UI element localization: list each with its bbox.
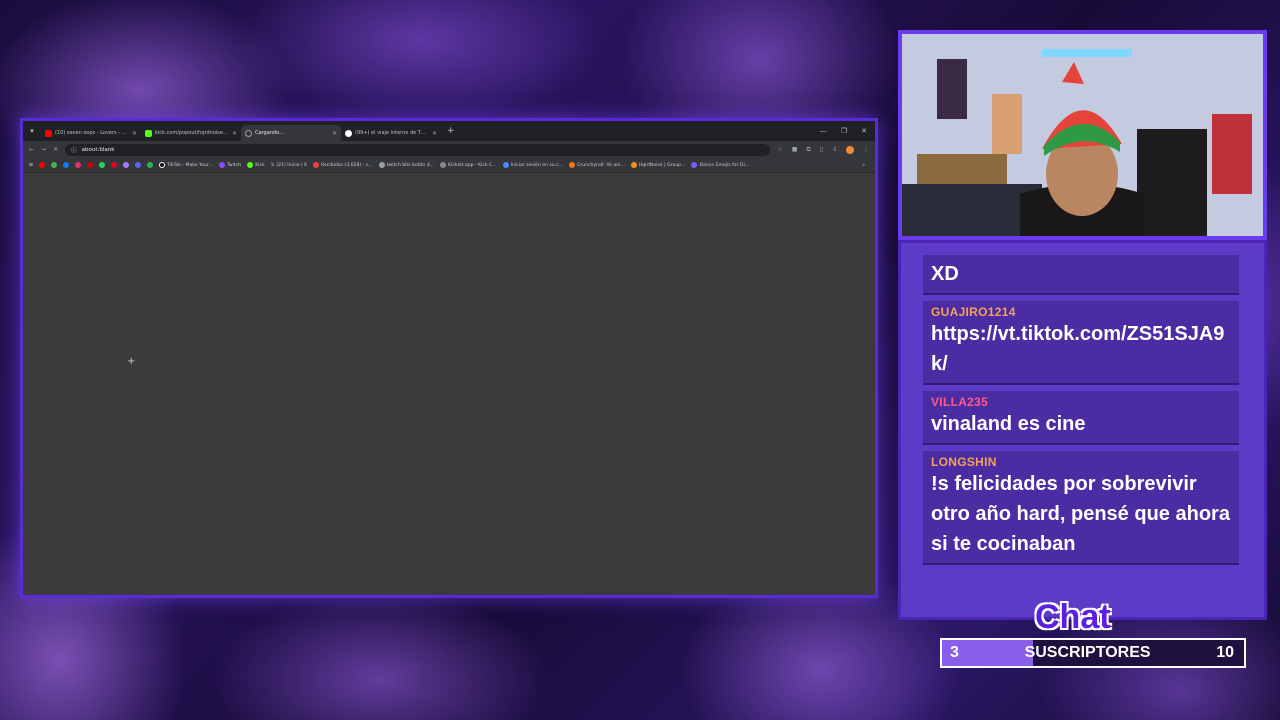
- bookmark-item[interactable]: HqrdNoise | Group...: [630, 162, 685, 168]
- bookmark-item[interactable]: Iniciar sesión en su c...: [502, 162, 563, 168]
- mail-icon: [313, 162, 320, 168]
- browser-window: ▾ (10) seven oops - Lovers - YouTube ✕ k…: [20, 118, 878, 598]
- download-icon[interactable]: ⇓: [832, 146, 837, 153]
- address-text: about:blank: [81, 146, 115, 153]
- bookmark-item[interactable]: Crunchyroll: Ve ani...: [569, 162, 625, 168]
- webcam-feed: [898, 30, 1267, 240]
- forward-icon[interactable]: →: [41, 146, 46, 153]
- tab-title: Cargando...: [255, 130, 284, 136]
- subscriber-goal: 10: [1216, 644, 1234, 661]
- close-window-icon[interactable]: ✕: [861, 127, 867, 135]
- chat-username: GUAJIRO1214: [931, 305, 1016, 319]
- tiktok-icon: [345, 129, 352, 137]
- loading-icon: [245, 129, 252, 137]
- tab-title: kick.com/popout/hqrdnoise/chat: [155, 130, 229, 136]
- discord-icon[interactable]: [134, 162, 141, 168]
- bookmark-item[interactable]: TikTok - Make Your...: [158, 162, 213, 168]
- close-icon[interactable]: ✕: [432, 130, 437, 137]
- maximize-icon[interactable]: ❐: [841, 127, 847, 135]
- toolbar: ← → ✕ ⓘ about:blank ☆ ■ ⧉ ▯ ⇓ ⋮: [23, 141, 875, 158]
- bookmark-item[interactable]: Dance Emojis for Di...: [691, 162, 749, 168]
- x-icon: 𝕏: [270, 162, 275, 168]
- chat-message: VILLA235 vinaland es cine: [923, 391, 1239, 445]
- address-bar[interactable]: ⓘ about:blank: [65, 143, 771, 156]
- chat-message: LONGSHIN !s felicidades por sobrevivir o…: [923, 451, 1239, 565]
- crunchyroll-icon: [569, 162, 576, 168]
- youtube-red-icon[interactable]: [86, 162, 93, 168]
- menu-icon[interactable]: ⋮: [863, 146, 869, 153]
- tab-tiktok[interactable]: (99+) el viaje interno de Thorfinn ✕: [341, 125, 441, 141]
- crosshair-cursor-icon: +: [127, 356, 136, 367]
- tab-loading[interactable]: Cargando... ✕: [241, 125, 341, 141]
- apps-bookmark-icon[interactable]: [50, 162, 57, 168]
- chat-text: https://vt.tiktok.com/ZS51SJA9k/: [931, 323, 1225, 375]
- minimize-icon[interactable]: —: [820, 127, 827, 135]
- chat-text: XD: [931, 263, 959, 285]
- apps-icon[interactable]: ⊞: [29, 163, 33, 168]
- extensions-puzzle-icon[interactable]: ⧉: [806, 146, 810, 154]
- bookmark-item[interactable]: Kicklet.app - Kick C...: [440, 162, 497, 168]
- close-icon[interactable]: ✕: [132, 130, 137, 137]
- twitch-icon: [218, 162, 225, 168]
- globe-icon: [378, 162, 385, 168]
- tab-kick[interactable]: kick.com/popout/hqrdnoise/chat ✕: [141, 125, 241, 141]
- webcam-image: [902, 34, 1263, 236]
- info-icon: ⓘ: [71, 147, 77, 154]
- subscriber-label: SUSCRIPTORES: [1024, 644, 1151, 661]
- group-icon: [630, 162, 637, 168]
- tab-title: (99+) el viaje interno de Thorfinn: [355, 130, 429, 136]
- new-tab-button[interactable]: +: [447, 126, 455, 136]
- back-icon[interactable]: ←: [29, 146, 34, 153]
- bookmark-item[interactable]: twitch bits botón d...: [378, 162, 434, 168]
- kick-icon: [247, 162, 254, 168]
- chat-title: Chat: [1035, 598, 1111, 636]
- youtube-bookmark-icon[interactable]: [38, 162, 45, 168]
- bookmark-item[interactable]: Recibidos (3,628) - c...: [313, 162, 373, 168]
- subscriber-goal-bar: 3 SUSCRIPTORES 10: [940, 638, 1246, 668]
- spotify-icon[interactable]: [146, 162, 153, 168]
- bookmark-item[interactable]: 𝕏 (21) Inicio / X: [271, 163, 307, 168]
- youtube-icon: [45, 129, 52, 137]
- more-bookmarks-icon[interactable]: »: [862, 163, 865, 168]
- close-icon[interactable]: ✕: [232, 130, 237, 137]
- chat-text: !s felicidades por sobrevivir otro año h…: [931, 473, 1230, 555]
- tab-youtube[interactable]: (10) seven oops - Lovers - YouTube ✕: [41, 125, 141, 141]
- facebook-icon[interactable]: [62, 162, 69, 168]
- chat-panel: XD GUAJIRO1214 https://vt.tiktok.com/ZS5…: [898, 240, 1267, 620]
- bookmark-star-icon[interactable]: ☆: [777, 146, 782, 153]
- tab-bar: ▾ (10) seven oops - Lovers - YouTube ✕ k…: [23, 121, 875, 141]
- extension-icon[interactable]: ■: [792, 146, 798, 153]
- sidepanel-icon[interactable]: ▯: [820, 146, 823, 153]
- close-icon[interactable]: ✕: [332, 130, 337, 137]
- chat-message: XD: [923, 255, 1239, 295]
- chat-username: VILLA235: [931, 395, 989, 409]
- tiktok-icon: [158, 162, 165, 168]
- tab-title: (10) seven oops - Lovers - YouTube: [55, 130, 129, 136]
- subscriber-count: 3: [950, 644, 959, 661]
- chat-text: vinaland es cine: [931, 413, 1086, 435]
- kick-icon: [145, 129, 152, 137]
- pinterest-icon[interactable]: [110, 162, 117, 168]
- stop-icon[interactable]: ✕: [53, 146, 58, 153]
- page-content[interactable]: +: [23, 173, 875, 595]
- profile-avatar[interactable]: [846, 145, 854, 154]
- messenger-icon[interactable]: [122, 162, 129, 168]
- bookmarks-bar: ⊞ TikTok - Make Your... Twitch Kick 𝕏 (21…: [23, 158, 875, 173]
- whatsapp-icon[interactable]: [98, 162, 105, 168]
- chat-message: GUAJIRO1214 https://vt.tiktok.com/ZS51SJ…: [923, 301, 1239, 385]
- kicklet-icon: [440, 162, 447, 168]
- link-icon: [502, 162, 509, 168]
- chat-username: LONGSHIN: [931, 455, 997, 469]
- tab-search-icon[interactable]: ▾: [27, 126, 37, 136]
- emoji-icon: [691, 162, 698, 168]
- bookmark-item[interactable]: Kick: [247, 162, 265, 168]
- instagram-icon[interactable]: [74, 162, 81, 168]
- bookmark-item[interactable]: Twitch: [218, 162, 241, 168]
